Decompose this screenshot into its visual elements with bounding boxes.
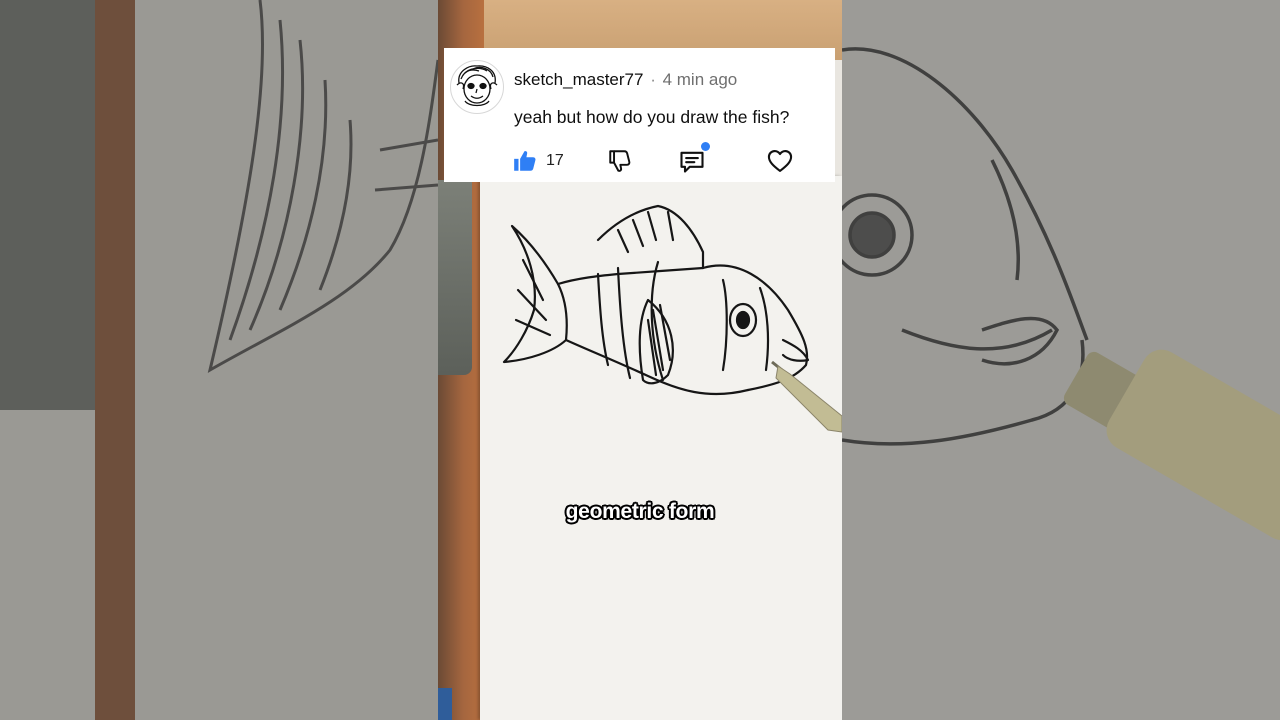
blue-object — [438, 688, 452, 720]
comment-timestamp: 4 min ago — [662, 70, 738, 89]
comment-card: sketch_master77 · 4 min ago yeah but how… — [444, 48, 835, 182]
video-caption: geometric form — [565, 500, 715, 523]
comment-bubble-icon — [680, 151, 704, 173]
avatar-drawing — [456, 65, 498, 107]
blurred-background-right — [842, 0, 1280, 720]
heart-icon — [767, 150, 793, 172]
heart-button[interactable] — [766, 146, 794, 176]
header-separator: · — [650, 70, 656, 89]
drawing-pen — [771, 360, 842, 433]
comment-actions: 17 — [444, 142, 835, 178]
thumbs-down-icon — [609, 150, 631, 172]
comment-header: sketch_master77 · 4 min ago — [514, 70, 737, 90]
stone-object — [438, 180, 472, 375]
thumbs-up-icon — [514, 151, 536, 171]
notification-dot — [701, 142, 710, 151]
blurred-background-left — [0, 0, 438, 720]
comment-username[interactable]: sketch_master77 — [514, 70, 643, 89]
sketched-face-avatar[interactable] — [450, 60, 504, 114]
like-count: 17 — [546, 152, 564, 169]
comment-text: yeah but how do you draw the fish? — [514, 107, 790, 127]
like-button[interactable]: 17 — [512, 146, 564, 176]
dislike-button[interactable] — [607, 146, 633, 176]
video-frame[interactable]: geometric form sketch_master77 · 4 min a… — [438, 0, 842, 720]
reply-button[interactable] — [678, 142, 710, 176]
blurred-fish-head-drawing — [842, 47, 1089, 446]
blurred-fish-tail-drawing — [207, 0, 438, 374]
